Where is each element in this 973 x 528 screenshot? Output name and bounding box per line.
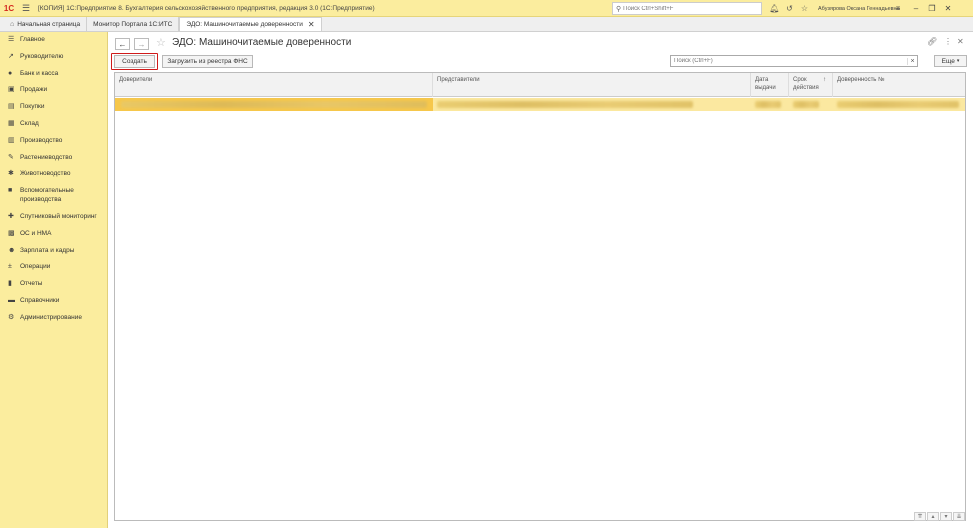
sidebar-item-bank[interactable]: ● Банк и касса	[0, 69, 107, 78]
trend-icon: ↗	[8, 52, 14, 60]
history-icon[interactable]: ↺	[783, 0, 796, 17]
people-icon: ☻	[8, 246, 16, 254]
sidebar: ☰ Главное ↗ Руководителю ● Банк и касса ▣ Пр…	[0, 32, 108, 528]
gear-icon: ⚙	[8, 313, 15, 321]
column-header-poa-number[interactable]: Доверенность №	[833, 73, 965, 97]
arrow-left-icon: ←	[118, 39, 127, 49]
hamburger-menu-icon[interactable]: ☰	[18, 0, 34, 17]
table-header: Доверители Представители Дата выдачи Сро…	[115, 73, 965, 97]
scroll-top-icon[interactable]: ⇈	[914, 512, 926, 521]
cell-principal-redacted	[121, 101, 427, 108]
chart-icon: ▮	[8, 280, 12, 288]
close-form-icon[interactable]: ✕	[957, 37, 964, 46]
minimize-icon[interactable]: –	[908, 0, 924, 17]
table-row[interactable]	[115, 98, 965, 111]
factory-icon: ▥	[8, 136, 15, 144]
home-icon: ⌂	[10, 20, 15, 28]
sidebar-item-payroll[interactable]: ☻ Зарплата и кадры	[0, 246, 107, 255]
tab-portal-monitor[interactable]: Монитор Портала 1С:ИТС	[87, 17, 180, 31]
leaf-icon: ✎	[8, 153, 14, 161]
tab-label: ЭДО: Машиночитаемые доверенности	[186, 21, 303, 28]
sidebar-item-assets[interactable]: ▩ ОС и НМА	[0, 229, 107, 238]
global-search-input[interactable]	[623, 5, 754, 12]
scroll-bottom-icon[interactable]: ⇊	[953, 512, 965, 521]
building-icon: ▩	[8, 229, 15, 237]
create-button[interactable]: Создать	[114, 55, 155, 68]
sidebar-item-sales[interactable]: ▣ Продажи	[0, 85, 107, 94]
tab-edo-poa[interactable]: ЭДО: Машиночитаемые доверенности ✕	[179, 17, 322, 31]
coin-icon: ●	[8, 69, 13, 77]
column-header-validity[interactable]: Срок действия ↑	[789, 73, 833, 97]
settings-lines-icon[interactable]: ≡	[890, 0, 906, 17]
tab-label: Начальная страница	[17, 20, 81, 28]
back-button[interactable]: ←	[115, 38, 130, 50]
more-vertical-icon[interactable]: ⋮	[944, 37, 952, 46]
cell-issue-date-redacted	[755, 101, 781, 108]
clear-search-icon[interactable]: ×	[907, 57, 917, 65]
column-header-issue-date[interactable]: Дата выдачи	[751, 73, 789, 97]
operations-icon: ±	[8, 263, 12, 271]
scroll-up-icon[interactable]: ▴	[927, 512, 939, 521]
warehouse-icon: ▦	[8, 119, 15, 127]
tab-bar: ⌂ Начальная страница Монитор Портала 1С:…	[0, 17, 973, 32]
basket-icon: ▤	[8, 103, 15, 111]
menu-lines-icon: ☰	[8, 36, 15, 43]
bell-icon[interactable]: 🔔︎	[768, 0, 781, 17]
sidebar-item-catalogs[interactable]: ▬ Справочники	[0, 296, 107, 305]
favorite-star-icon[interactable]: ☆	[156, 36, 166, 49]
tractor-icon: ■	[8, 187, 13, 195]
column-header-representatives[interactable]: Представители	[433, 73, 751, 97]
tab-home[interactable]: ⌂ Начальная страница	[4, 17, 88, 31]
arrow-right-icon: →	[137, 39, 146, 49]
tab-label: Монитор Портала 1С:ИТС	[93, 20, 173, 28]
column-header-principals[interactable]: Доверители	[115, 73, 433, 97]
sort-arrow-icon: ↑	[823, 77, 826, 83]
scroll-controls: ⇈ ▴ ▾ ⇊	[914, 512, 965, 521]
main-content: ← → ☆ ЭДО: Машиночитаемые доверенности 🔗…	[108, 32, 973, 528]
forward-button[interactable]: →	[134, 38, 149, 50]
sidebar-item-main[interactable]: ☰ Главное	[0, 35, 107, 44]
scroll-down-icon[interactable]: ▾	[940, 512, 952, 521]
list-search[interactable]: ×	[670, 55, 918, 67]
chevron-down-icon: ▾	[956, 58, 960, 64]
app-logo: 1С	[3, 3, 15, 13]
user-name[interactable]: Абузярова Оксана Геннадьевна	[818, 0, 900, 17]
cell-poa-number-redacted	[837, 101, 959, 108]
page-title: ЭДО: Машиночитаемые доверенности	[172, 37, 352, 48]
load-from-fns-button[interactable]: Загрузить из реестра ФНС	[162, 55, 253, 68]
close-icon[interactable]: ✕	[940, 0, 956, 17]
cart-icon: ▣	[8, 86, 15, 94]
sidebar-item-admin[interactable]: ⚙ Администрирование	[0, 313, 107, 322]
sidebar-item-warehouse[interactable]: ▦ Склад	[0, 119, 107, 128]
book-icon: ▬	[8, 296, 15, 304]
window-title: [КОПИЯ] 1С:Предприятие 8. Бухгалтерия се…	[38, 4, 375, 12]
global-search[interactable]: ⚲	[612, 2, 762, 15]
cell-validity-redacted	[793, 101, 819, 108]
link-icon[interactable]: 🔗︎	[927, 37, 937, 46]
cell-representative-redacted	[437, 101, 693, 108]
list-search-input[interactable]	[671, 58, 907, 64]
sidebar-item-purchases[interactable]: ▤ Покупки	[0, 102, 107, 111]
sidebar-item-reports[interactable]: ▮ Отчеты	[0, 279, 107, 288]
tab-close-icon[interactable]: ✕	[308, 20, 315, 29]
sidebar-item-satellite[interactable]: ✚ Спутниковый мониторинг	[0, 212, 107, 221]
sidebar-item-crops[interactable]: ✎ Растениеводство	[0, 153, 107, 162]
search-icon: ⚲	[616, 5, 622, 13]
sidebar-item-livestock[interactable]: ✱ Животноводство	[0, 169, 107, 178]
sidebar-item-production[interactable]: ▥ Производство	[0, 136, 107, 145]
maximize-icon[interactable]: ❐	[924, 0, 940, 17]
sidebar-item-operations[interactable]: ± Операции	[0, 262, 107, 271]
star-icon[interactable]: ☆	[798, 0, 811, 17]
sidebar-item-manager[interactable]: ↗ Руководителю	[0, 52, 107, 61]
animal-icon: ✱	[8, 170, 14, 178]
more-button[interactable]: Еще ▾	[934, 55, 967, 67]
title-bar: 1С ☰ [КОПИЯ] 1С:Предприятие 8. Бухгалтер…	[0, 0, 973, 17]
satellite-icon: ✚	[8, 212, 14, 220]
poa-table[interactable]: Доверители Представители Дата выдачи Сро…	[114, 72, 966, 521]
sidebar-item-auxiliary[interactable]: ■ Вспомогательные производства	[0, 186, 107, 204]
